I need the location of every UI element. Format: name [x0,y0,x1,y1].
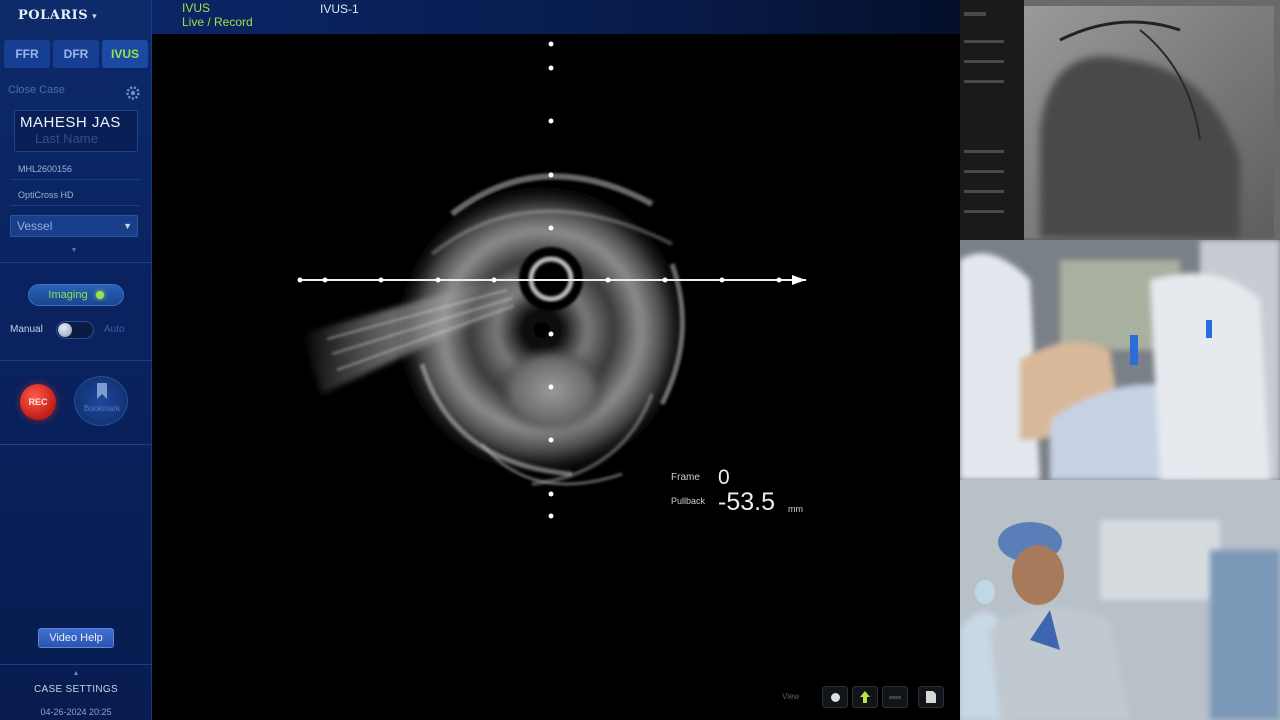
marker-icon [860,691,870,703]
auto-label: Auto [104,324,125,335]
cathlab-room-feed [960,240,1280,480]
pullback-unit: mm [788,504,803,514]
tab-ivus[interactable]: IVUS [102,40,148,68]
patient-last-name-placeholder: Last Name [35,131,98,146]
export-button[interactable] [918,686,944,708]
tab-ffr[interactable]: FFR [4,40,50,68]
catheter-field[interactable]: OptiCross HD [10,184,140,206]
top-header: IVUS Live / Record IVUS-1 [152,0,960,34]
close-case-button[interactable]: Close Case [8,84,65,96]
patient-id-field[interactable]: MHL2600156 [10,158,140,180]
ivus-cross-section [297,41,806,519]
brand-logo: POLARIS [18,8,89,23]
chevron-down-icon: ▾ [92,12,98,22]
bookmark-label: Bookmark [83,404,120,413]
bookmark-button[interactable]: Bookmark [74,376,128,426]
bookmark-icon [97,383,107,399]
vessel-select-value: Vessel [17,219,53,233]
operator-camera-feed [960,480,1280,720]
ruler-icon [889,695,901,699]
view-controls-label: View [782,692,800,701]
tab-dfr[interactable]: DFR [53,40,99,68]
manual-auto-toggle[interactable] [56,321,94,339]
divider [0,262,152,263]
marker-view-button[interactable] [852,686,878,708]
angiography-feed [960,0,1280,240]
operator-camera-image [960,480,1280,720]
scroll-down-icon[interactable]: ▼ [64,247,84,255]
run-name[interactable]: IVUS-1 [320,2,359,16]
video-help-button[interactable]: Video Help [38,628,114,648]
frame-label: Frame [671,472,700,483]
document-icon [926,691,936,703]
imaging-button-label: Imaging [48,289,88,301]
case-settings-button[interactable]: CASE SETTINGS [0,684,152,695]
patient-name-field[interactable]: MAHESH JAS Last Name [14,110,138,152]
chevron-down-icon: ▼ [123,221,132,231]
manual-label: Manual [10,324,43,335]
divider [0,444,152,445]
divider [0,360,152,361]
case-timestamp: 04-26-2024 20:25 [40,707,112,717]
acquisition-mode: IVUS [182,1,211,15]
divider [0,664,152,665]
sidebar: POLARIS ▾ FFR DFR IVUS Close Case MAHESH … [0,0,152,720]
circle-icon [830,692,840,702]
view-controls: View [780,686,950,708]
ivus-image-viewport[interactable]: Frame 0 Pullback -53.5 mm [152,34,960,720]
acquisition-status: Live / Record [182,15,253,29]
vessel-select[interactable]: Vessel ▼ [10,215,138,237]
mode-tabs: FFR DFR IVUS [4,40,148,68]
status-led-icon [95,291,104,299]
angiography-image [960,0,1274,240]
gear-icon[interactable] [124,84,142,102]
dot-view-button[interactable] [822,686,848,708]
imaging-button[interactable]: Imaging [28,284,124,306]
brand-menu[interactable]: POLARIS ▾ [18,8,97,23]
pullback-label: Pullback [671,496,706,506]
frame-value: 0 [718,466,730,489]
plaque-region [496,346,608,434]
patient-first-name: MAHESH JAS [20,114,121,131]
chevron-up-icon[interactable]: ▲ [64,670,88,677]
scale-view-button[interactable] [882,686,908,708]
cathlab-room-image [960,240,1280,480]
video-feeds [960,0,1280,720]
toggle-knob [58,323,72,337]
record-button[interactable]: REC [20,384,56,420]
scale-arrow-icon [792,275,806,285]
pullback-value: -53.5 [718,488,775,516]
